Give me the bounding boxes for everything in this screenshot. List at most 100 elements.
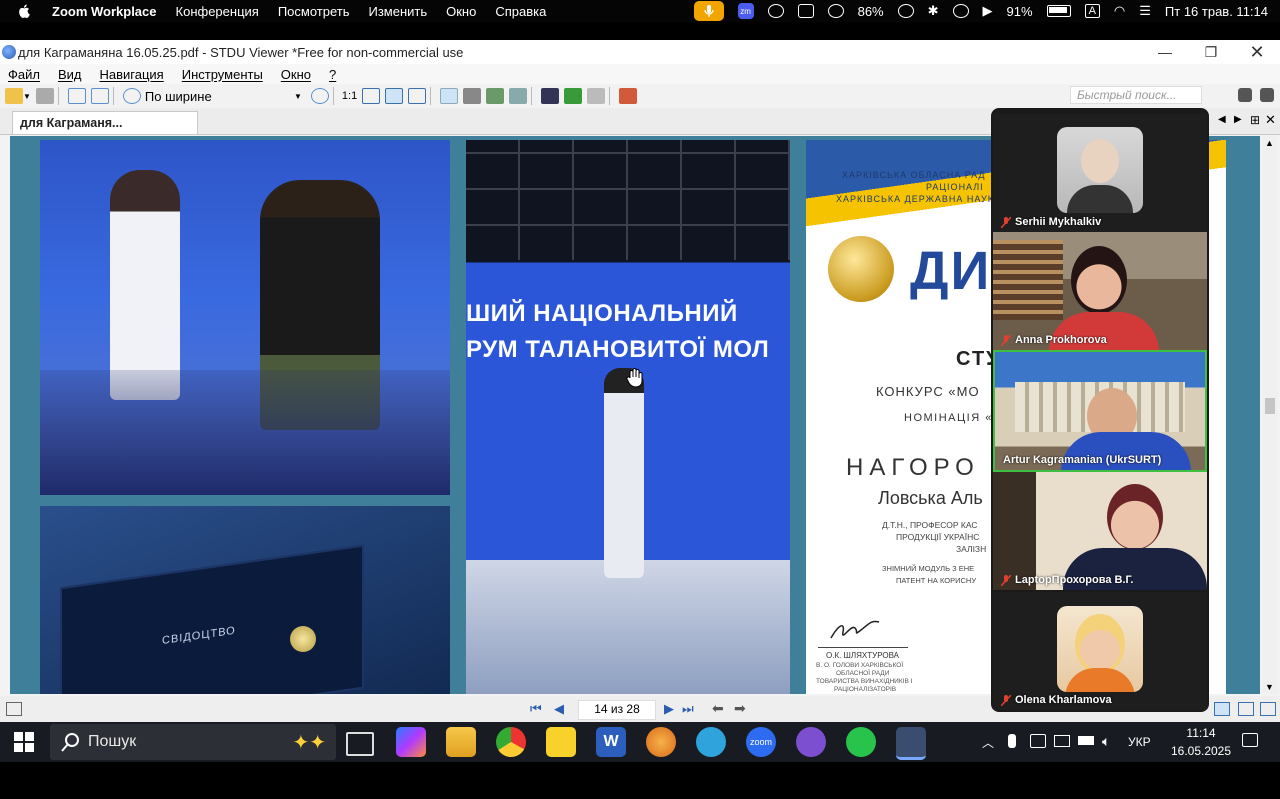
first-page-icon[interactable]: ⏮ xyxy=(530,701,542,717)
circle-menubar-icon[interactable] xyxy=(827,4,844,18)
menu-tools[interactable]: Инструменты xyxy=(182,67,263,82)
tab-document[interactable]: для Каграманя... 16.05.25.pdf xyxy=(12,111,198,152)
microphone-tray-icon[interactable] xyxy=(1008,734,1016,748)
vertical-scrollbar[interactable]: ▲ ▼ xyxy=(1262,136,1278,694)
tab-grid-icon[interactable]: ⊞ xyxy=(1250,113,1260,127)
single-page-icon[interactable] xyxy=(1214,702,1230,716)
last-page-icon[interactable]: ⏭ xyxy=(682,701,694,717)
scroll-down-icon[interactable]: ▼ xyxy=(1265,682,1274,692)
tab-scroll-left-icon[interactable]: ◀ xyxy=(1218,114,1226,125)
control-center-icon[interactable]: ☰ xyxy=(1139,3,1151,19)
stdu-viewer-taskbar-icon[interactable] xyxy=(896,727,926,760)
minimize-button[interactable]: — xyxy=(1142,40,1188,64)
history-back-icon[interactable]: ⬅ xyxy=(712,700,724,717)
page-next-view-icon[interactable] xyxy=(90,88,109,104)
participant-tile[interactable]: Serhii Mykhalkiv xyxy=(993,114,1207,232)
snapshot-icon[interactable] xyxy=(509,88,528,104)
sidebar-toggle-icon[interactable] xyxy=(6,702,22,716)
file-explorer-icon[interactable] xyxy=(446,727,476,757)
camera-tray-icon[interactable] xyxy=(1030,734,1046,748)
zoom-out-icon[interactable] xyxy=(122,88,141,104)
text-menubar-icon[interactable] xyxy=(797,4,814,18)
viber-icon[interactable] xyxy=(796,727,826,757)
player-app-icon[interactable] xyxy=(546,727,576,757)
input-source-icon[interactable]: A xyxy=(1084,4,1100,18)
scroll-up-icon[interactable]: ▲ xyxy=(1265,138,1274,148)
menu-help[interactable]: Справка xyxy=(495,4,546,19)
taskbar-time[interactable]: 11:14 xyxy=(1173,726,1229,740)
check-menubar-icon[interactable] xyxy=(897,4,914,18)
fit-page-icon[interactable] xyxy=(362,88,381,104)
copilot-app-icon[interactable] xyxy=(396,727,426,757)
apple-icon[interactable] xyxy=(18,4,30,18)
menu-conference[interactable]: Конференция xyxy=(176,4,259,19)
actual-size-button[interactable]: 1:1 xyxy=(342,90,357,102)
image-select-icon[interactable] xyxy=(486,88,505,104)
microphone-icon[interactable] xyxy=(693,1,724,21)
participant-tile[interactable]: Olena Kharlamova xyxy=(993,592,1207,710)
participant-tile[interactable]: Anna Prokhorova xyxy=(993,232,1207,350)
fit-width-icon[interactable] xyxy=(385,88,404,104)
display-tray-icon[interactable] xyxy=(1054,735,1070,747)
page-number-field[interactable]: 14 из 28 xyxy=(578,700,656,720)
viber-menubar-icon[interactable] xyxy=(767,4,784,18)
battery-icon[interactable] xyxy=(1046,5,1071,17)
wifi-icon[interactable]: ◠ xyxy=(1114,3,1125,19)
zoom-select[interactable]: По ширине ▼ xyxy=(140,87,306,105)
volume-icon[interactable]: 🔈︎ xyxy=(1102,733,1110,750)
menu-window[interactable]: Окно xyxy=(446,4,476,19)
two-page-icon[interactable] xyxy=(1238,702,1254,716)
tab-scroll-right-icon[interactable]: ▶ xyxy=(1234,114,1242,125)
cloud-menubar-icon[interactable] xyxy=(952,4,969,18)
restore-button[interactable]: ❐ xyxy=(1188,40,1234,64)
zoom-in-icon[interactable] xyxy=(310,88,329,104)
windows-start-icon[interactable] xyxy=(14,732,34,752)
history-forward-icon[interactable]: ➡ xyxy=(734,700,746,717)
telegram-icon[interactable] xyxy=(696,727,726,757)
hand-tool-icon[interactable] xyxy=(440,88,459,104)
open-folder-icon[interactable] xyxy=(5,88,23,104)
zoom-status-icon[interactable]: zm xyxy=(737,3,754,19)
continuous-icon[interactable] xyxy=(1260,702,1276,716)
chevron-down-icon[interactable]: ▼ xyxy=(23,92,31,101)
menu-edit[interactable]: Изменить xyxy=(368,4,427,19)
menu-view[interactable]: Посмотреть xyxy=(278,4,350,19)
battery-tray-icon[interactable] xyxy=(1078,736,1094,745)
copy-icon[interactable] xyxy=(587,88,606,104)
app-name[interactable]: Zoom Workplace xyxy=(52,4,157,19)
language-indicator[interactable]: УКР xyxy=(1128,735,1151,749)
whatsapp-icon[interactable] xyxy=(846,727,876,757)
menu-file[interactable]: Файл xyxy=(8,67,40,82)
scroll-thumb[interactable] xyxy=(1265,398,1275,414)
text-select-icon[interactable] xyxy=(463,88,482,104)
next-page-icon[interactable]: ▶ xyxy=(664,701,674,717)
fit-height-icon[interactable] xyxy=(408,88,427,104)
taskbar-search[interactable]: Пошук ✦✦ xyxy=(50,724,336,760)
taskbar-date[interactable]: 16.05.2025 xyxy=(1165,744,1237,758)
battery-small-label[interactable]: 86% xyxy=(858,4,884,19)
participant-tile[interactable]: LaptopПрохорова В.Г. xyxy=(993,472,1207,590)
find-prev-icon[interactable] xyxy=(1238,88,1252,102)
page-prev-view-icon[interactable] xyxy=(67,88,86,104)
menu-view[interactable]: Вид xyxy=(58,67,82,82)
gear-menubar-icon[interactable]: ✱ xyxy=(928,3,939,19)
clock[interactable]: Пт 16 трав. 11:14 xyxy=(1165,4,1268,19)
participant-tile-active[interactable]: Artur Kagramanian (UkrSURT) xyxy=(993,350,1207,472)
menu-help[interactable]: ? xyxy=(329,67,336,82)
word-icon[interactable]: W xyxy=(596,727,626,757)
task-view-icon[interactable] xyxy=(346,732,374,756)
print-icon[interactable] xyxy=(35,88,54,104)
chrome-icon[interactable] xyxy=(496,727,526,757)
close-button[interactable]: ✕ xyxy=(1234,40,1280,64)
swap-icon[interactable] xyxy=(564,88,583,104)
zoom-gallery-strip[interactable]: Serhii Mykhalkiv Anna Prokhorova Artur K… xyxy=(991,108,1209,712)
notifications-icon[interactable] xyxy=(1242,733,1258,747)
find-icon[interactable] xyxy=(541,88,560,104)
tab-close-icon[interactable]: ✕ xyxy=(1265,112,1276,128)
play-menubar-icon[interactable]: ▶ xyxy=(983,3,993,19)
tray-overflow-icon[interactable]: ︿ xyxy=(982,734,994,751)
find-next-icon[interactable] xyxy=(1260,88,1274,102)
menu-navigation[interactable]: Навигация xyxy=(100,67,164,82)
zoom-app-icon[interactable]: zoom xyxy=(746,727,776,757)
app-icon[interactable] xyxy=(646,727,676,757)
